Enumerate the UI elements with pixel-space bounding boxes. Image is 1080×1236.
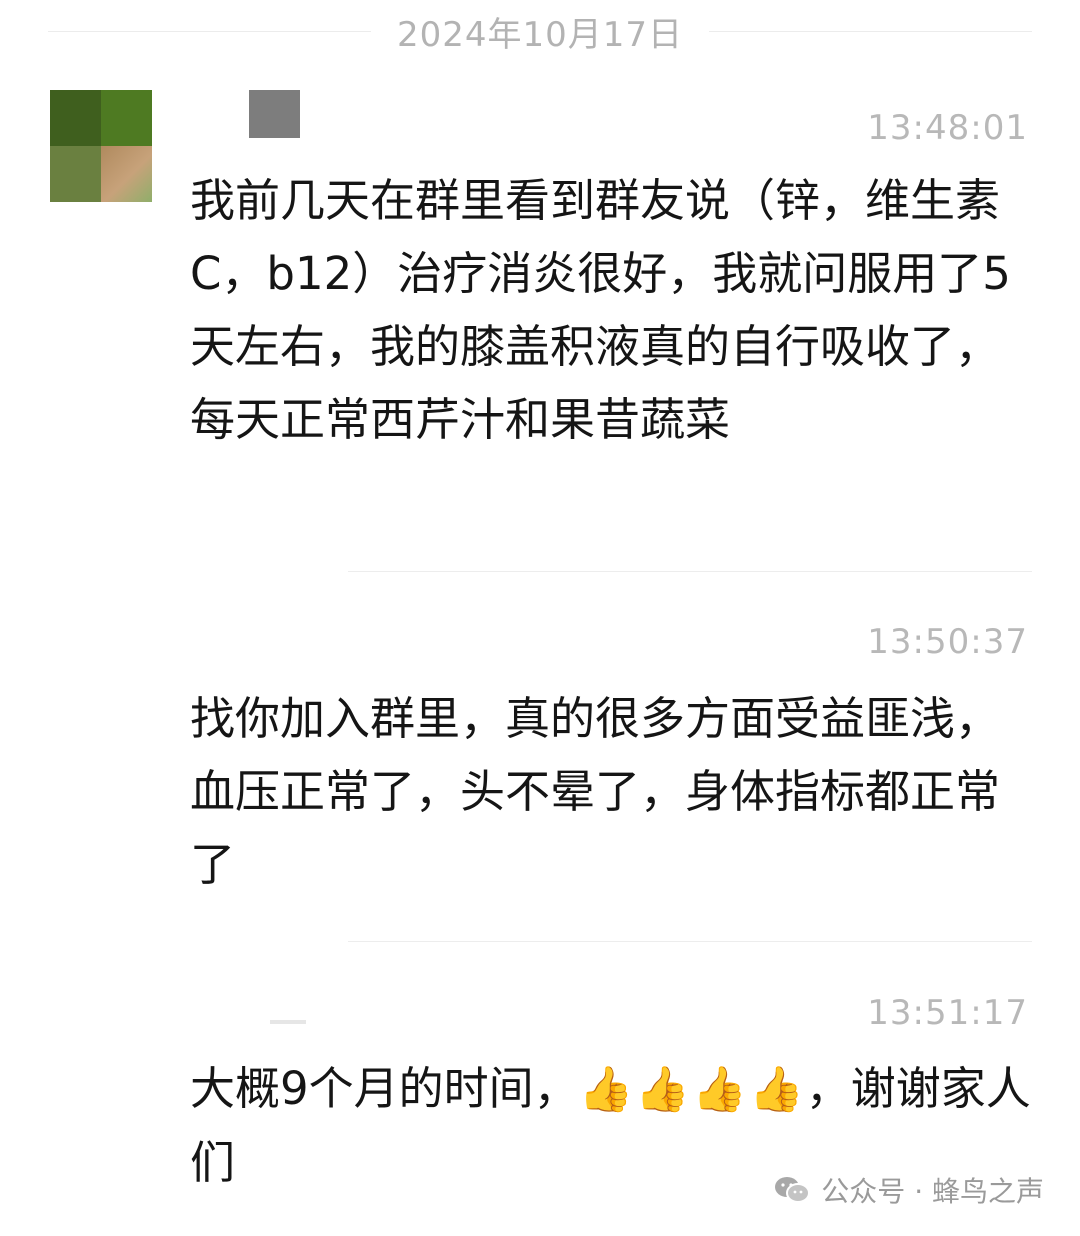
message-divider: [348, 941, 1032, 942]
message-text-part: 大概9个月的时间，: [190, 1062, 579, 1115]
message-timestamp: 13:48:01: [867, 108, 1028, 148]
avatar[interactable]: [50, 90, 152, 202]
message-text[interactable]: 找你加入群里，真的很多方面受益匪浅，血压正常了，头不晕了，身体指标都正常了: [190, 682, 1032, 901]
wechat-icon: [773, 1175, 811, 1205]
date-divider-left: [48, 30, 371, 32]
date-separator: 2024年10月17日: [48, 8, 1032, 55]
thumbs-up-icon: 👍👍👍👍: [578, 1064, 806, 1115]
message-timestamp: 13:50:37: [867, 622, 1028, 662]
sender-name-redacted: [270, 1020, 306, 1024]
watermark-text: 公众号 · 蜂鸟之声: [821, 1175, 1044, 1208]
date-label: 2024年10月17日: [396, 14, 684, 55]
watermark: 公众号 · 蜂鸟之声: [773, 1170, 1044, 1210]
message-divider: [348, 571, 1032, 572]
message-timestamp: 13:51:17: [867, 993, 1028, 1033]
message-text[interactable]: 我前几天在群里看到群友说（锌，维生素C，b12）治疗消炎很好，我就问服用了5天左…: [190, 164, 1032, 456]
date-divider-right: [709, 30, 1032, 32]
sender-name-redacted: [249, 90, 300, 138]
